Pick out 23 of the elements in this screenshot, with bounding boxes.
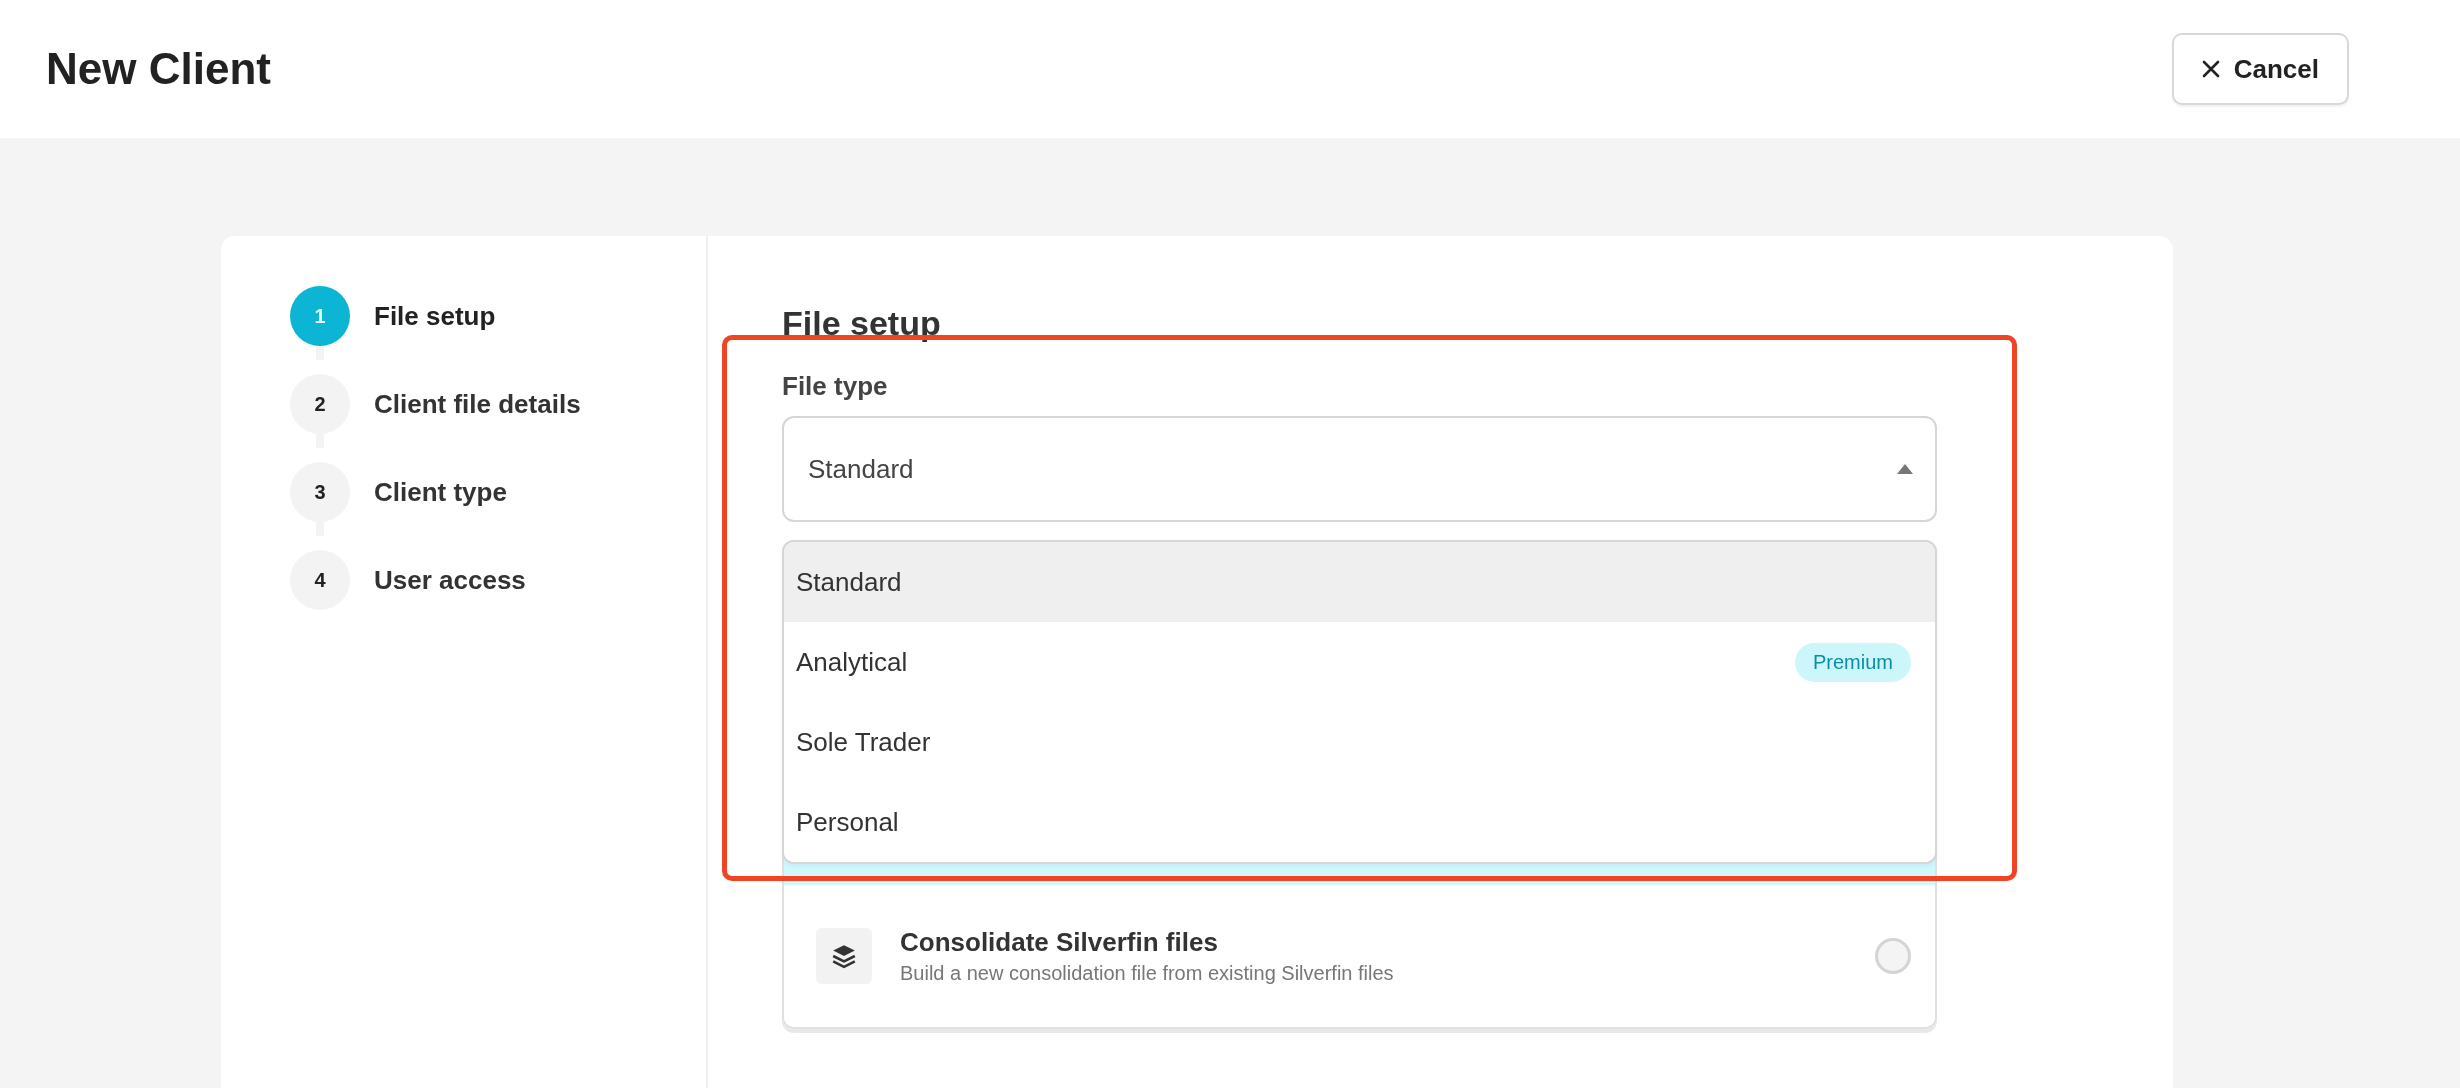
step-label[interactable]: User access — [374, 564, 526, 596]
step-number[interactable]: 4 — [290, 550, 350, 610]
option-title: Consolidate Silverfin files — [900, 927, 1219, 958]
close-icon — [2201, 60, 2220, 78]
step-label[interactable]: Client file details — [374, 388, 581, 420]
dropdown-option[interactable]: Analytical Premium — [784, 622, 1935, 702]
step-label[interactable]: Client type — [374, 476, 507, 508]
step-number[interactable]: 3 — [290, 462, 350, 522]
dropdown-option[interactable]: Sole Trader — [784, 702, 1935, 782]
radio-button[interactable] — [1875, 938, 1911, 974]
option-description: Build a new consolidation file from existing Silverfin files — [900, 962, 1395, 985]
field-label: File type — [782, 371, 889, 402]
cancel-button[interactable]: Cancel — [2171, 33, 2349, 105]
layers-icon — [816, 928, 872, 984]
section-title: File setup — [782, 304, 942, 343]
file-type-select[interactable]: Standard — [782, 416, 1937, 522]
step-label[interactable]: File setup — [374, 300, 496, 332]
caret-icon — [1897, 464, 1913, 474]
dropdown-option[interactable]: Standard — [784, 542, 1935, 622]
dropdown-option[interactable]: Personal — [784, 782, 1935, 862]
premium-badge: Premium — [1795, 642, 1911, 682]
step-number[interactable]: 2 — [290, 374, 350, 434]
page-title: New Client — [46, 44, 271, 94]
